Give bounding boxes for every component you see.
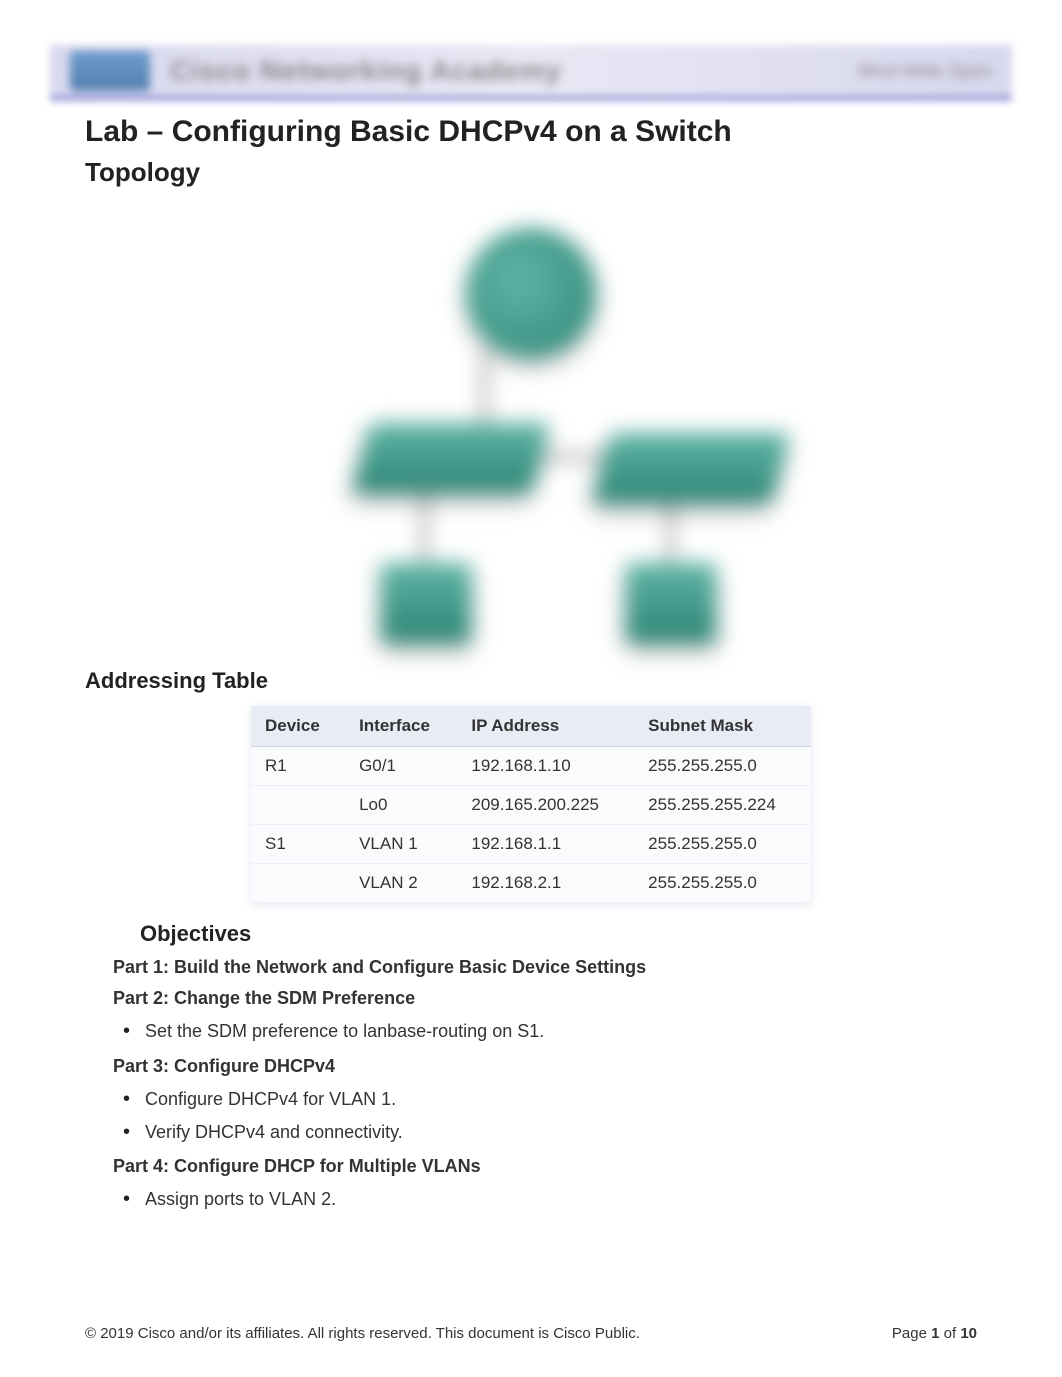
router-icon	[466, 228, 596, 358]
list-item: Verify DHCPv4 and connectivity.	[123, 1118, 977, 1147]
header-banner: Cisco Networking Academy Mind Wide Open	[50, 45, 1012, 100]
part-title: Part 3: Configure DHCPv4	[113, 1056, 977, 1077]
page-prefix: Page	[892, 1325, 931, 1342]
table-header-row: Device Interface IP Address Subnet Mask	[251, 706, 811, 747]
table-row: Lo0 209.165.200.225 255.255.255.224	[251, 786, 811, 825]
switch-icon	[352, 423, 551, 493]
cell-mask: 255.255.255.0	[634, 864, 811, 903]
table-row: R1 G0/1 192.168.1.10 255.255.255.0	[251, 747, 811, 786]
col-interface: Interface	[345, 706, 457, 747]
table-row: VLAN 2 192.168.2.1 255.255.255.0	[251, 864, 811, 903]
cell-ip: 192.168.2.1	[457, 864, 634, 903]
page-title: Lab – Configuring Basic DHCPv4 on a Swit…	[85, 115, 977, 149]
part-title: Part 2: Change the SDM Preference	[113, 988, 977, 1009]
cell-device: R1	[251, 747, 345, 786]
cell-mask: 255.255.255.0	[634, 747, 811, 786]
table-row: S1 VLAN 1 192.168.1.1 255.255.255.0	[251, 825, 811, 864]
cell-device: S1	[251, 825, 345, 864]
page-sep: of	[939, 1325, 960, 1342]
topology-link	[669, 500, 672, 570]
cell-interface: G0/1	[345, 747, 457, 786]
header-right-text: Mind Wide Open	[858, 61, 992, 82]
topology-diagram	[321, 208, 741, 648]
addressing-table-heading: Addressing Table	[85, 668, 977, 694]
pc-icon	[626, 563, 716, 643]
pc-icon	[381, 563, 471, 643]
topology-link	[536, 456, 611, 459]
cell-mask: 255.255.255.224	[634, 786, 811, 825]
cell-ip: 209.165.200.225	[457, 786, 634, 825]
list-item: Assign ports to VLAN 2.	[123, 1185, 977, 1214]
bullet-list: Set the SDM preference to lanbase-routin…	[123, 1017, 977, 1046]
col-device: Device	[251, 706, 345, 747]
col-subnet-mask: Subnet Mask	[634, 706, 811, 747]
cell-interface: VLAN 2	[345, 864, 457, 903]
footer-page: Page 1 of 10	[892, 1325, 977, 1342]
part-title: Part 4: Configure DHCP for Multiple VLAN…	[113, 1156, 977, 1177]
cell-ip: 192.168.1.1	[457, 825, 634, 864]
cell-ip: 192.168.1.10	[457, 747, 634, 786]
cell-interface: Lo0	[345, 786, 457, 825]
page-total: 10	[960, 1325, 977, 1342]
cell-interface: VLAN 1	[345, 825, 457, 864]
footer: © 2019 Cisco and/or its affiliates. All …	[85, 1325, 977, 1342]
part-title: Part 1: Build the Network and Configure …	[113, 957, 977, 978]
objectives-heading: Objectives	[140, 921, 977, 947]
document-content: Lab – Configuring Basic DHCPv4 on a Swit…	[85, 115, 977, 1220]
topology-link	[423, 493, 426, 568]
cell-mask: 255.255.255.0	[634, 825, 811, 864]
list-item: Configure DHCPv4 for VLAN 1.	[123, 1085, 977, 1114]
switch-icon	[592, 433, 791, 503]
list-item: Set the SDM preference to lanbase-routin…	[123, 1017, 977, 1046]
topology-heading: Topology	[85, 157, 977, 188]
cell-device	[251, 786, 345, 825]
cell-device	[251, 864, 345, 903]
bullet-list: Configure DHCPv4 for VLAN 1. Verify DHCP…	[123, 1085, 977, 1147]
footer-copyright: © 2019 Cisco and/or its affiliates. All …	[85, 1325, 640, 1342]
cisco-logo	[70, 51, 150, 91]
bullet-list: Assign ports to VLAN 2.	[123, 1185, 977, 1214]
topology-link	[483, 353, 486, 433]
col-ip-address: IP Address	[457, 706, 634, 747]
header-brand-text: Cisco Networking Academy	[170, 55, 562, 87]
addressing-table: Device Interface IP Address Subnet Mask …	[251, 706, 811, 903]
